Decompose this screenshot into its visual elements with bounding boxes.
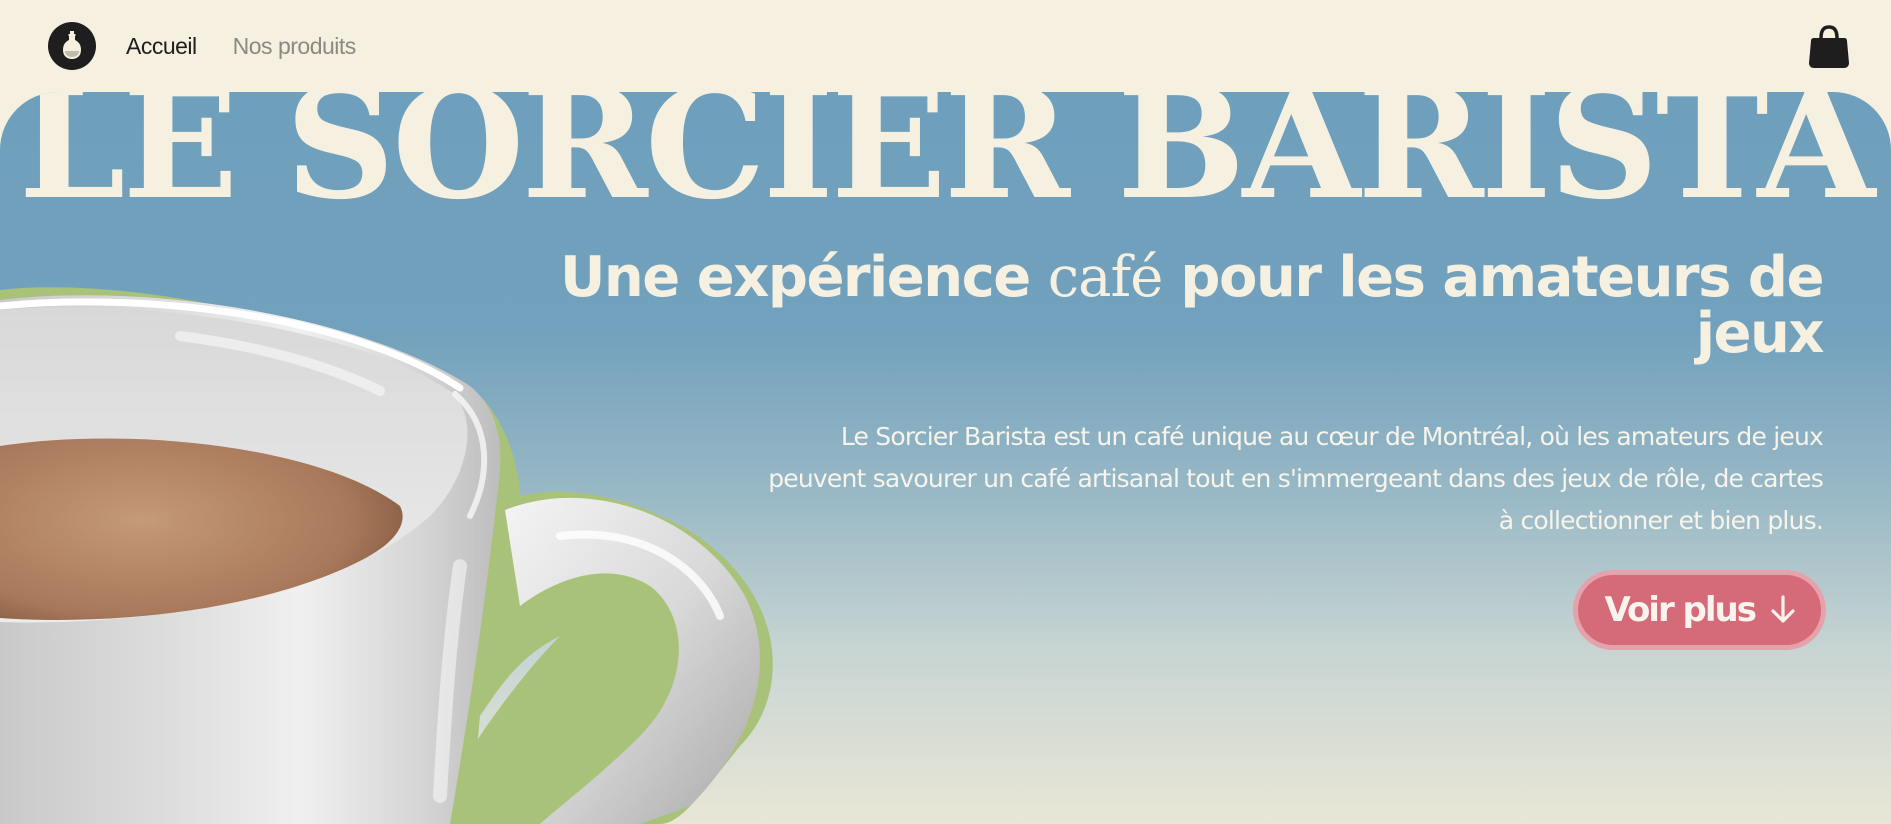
shopping-bag-icon	[1809, 25, 1849, 68]
hero-title: LE SORCIER BARISTA	[18, 92, 1876, 233]
site-header: Accueil Nos produits	[0, 0, 1891, 92]
nav-link-nos-produits[interactable]: Nos produits	[233, 33, 357, 60]
cta-label: Voir plus	[1604, 590, 1757, 630]
hero-description: Le Sorcier Barista est un café unique au…	[768, 422, 1824, 535]
cart-button[interactable]	[1807, 24, 1851, 70]
arrow-down-icon	[1771, 595, 1795, 623]
headline-serif-word: café	[1047, 245, 1164, 310]
headline-text-end: pour les amateurs de jeux	[1162, 245, 1824, 366]
voir-plus-button[interactable]: Voir plus	[1578, 575, 1821, 645]
page: Accueil Nos produits LE SORCIER BARISTA …	[0, 0, 1891, 824]
logo-button[interactable]	[48, 22, 96, 70]
coffee-cup-image	[0, 287, 773, 824]
potion-bottle-icon	[63, 31, 81, 59]
nav-link-accueil[interactable]: Accueil	[126, 33, 197, 60]
